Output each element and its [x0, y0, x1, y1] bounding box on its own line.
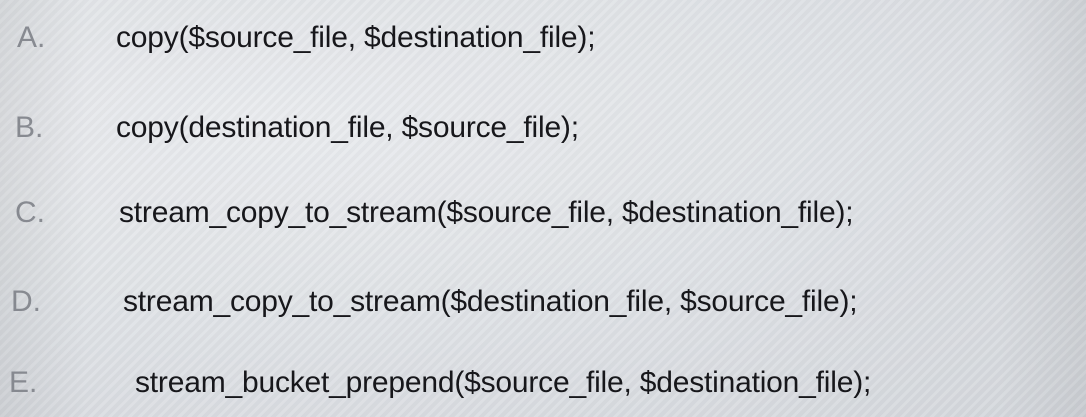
option-e-code: stream_bucket_prepend($source_file, $des…: [135, 366, 872, 399]
option-b[interactable]: B. copy(destination_file, $source_file);: [0, 98, 1086, 158]
option-e-letter: E.: [9, 366, 38, 399]
option-d[interactable]: D. stream_copy_to_stream($destination_fi…: [0, 272, 1086, 332]
option-d-letter: D.: [11, 285, 41, 318]
option-c-letter: C.: [15, 196, 45, 229]
option-d-code: stream_copy_to_stream($destination_file,…: [123, 285, 858, 318]
option-b-code: copy(destination_file, $source_file);: [116, 111, 579, 144]
option-a-code: copy($source_file, $destination_file);: [116, 21, 596, 54]
option-c[interactable]: C. stream_copy_to_stream($source_file, $…: [0, 183, 1086, 243]
answer-options-photo: A. copy($source_file, $destination_file)…: [0, 0, 1086, 417]
option-a-letter: A.: [17, 21, 46, 54]
option-a[interactable]: A. copy($source_file, $destination_file)…: [0, 8, 1086, 68]
option-b-letter: B.: [15, 111, 44, 144]
option-c-code: stream_copy_to_stream($source_file, $des…: [119, 196, 854, 229]
option-e[interactable]: E. stream_bucket_prepend($source_file, $…: [0, 353, 1086, 413]
